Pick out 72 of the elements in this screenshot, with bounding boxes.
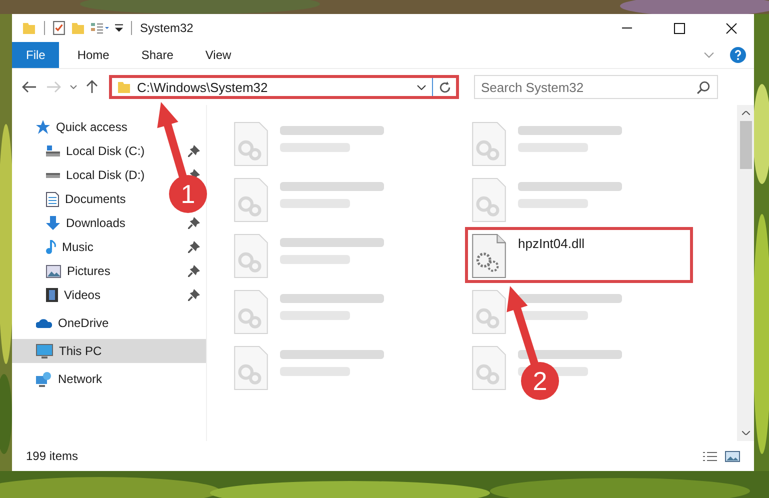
file-icon: [472, 346, 506, 390]
sidebar-item[interactable]: Local Disk (D:): [46, 163, 145, 187]
search-field[interactable]: Search System32: [474, 75, 718, 99]
details-view-icon[interactable]: [703, 452, 717, 460]
window-title: System32: [140, 21, 194, 35]
sidebar-item[interactable]: Music: [46, 235, 94, 259]
file-icon: [234, 122, 268, 166]
ribbon-tab[interactable]: File: [12, 42, 60, 68]
maximize-icon: [674, 22, 684, 34]
file-icon: [234, 234, 268, 278]
search-icon: [697, 81, 710, 94]
properties-icon[interactable]: [91, 22, 109, 34]
minimize-icon: [622, 27, 632, 29]
pin-icon[interactable]: [188, 265, 200, 277]
customize-icon[interactable]: [115, 24, 123, 32]
sidebar-item[interactable]: Videos: [46, 283, 100, 307]
back-icon[interactable]: [22, 81, 37, 93]
sidebar-item[interactable]: Documents: [46, 187, 126, 211]
blurred-text: [518, 143, 588, 152]
scroll-up-icon[interactable]: [742, 111, 750, 115]
sidebar-item[interactable]: Pictures: [46, 259, 110, 283]
monitor-icon: [36, 344, 53, 358]
help-icon[interactable]: [730, 47, 746, 63]
file-item[interactable]: hpzInt04.dll: [465, 227, 693, 283]
sidebar-item[interactable]: Downloads: [46, 211, 126, 235]
close-icon: [726, 22, 736, 34]
refresh-icon[interactable]: [439, 81, 451, 93]
checklist-icon[interactable]: [53, 21, 65, 35]
ribbon-tab[interactable]: View: [191, 42, 246, 68]
address-bar[interactable]: C:\Windows\System32: [109, 75, 459, 99]
picture-icon: [46, 264, 61, 278]
file-icon: [234, 178, 268, 222]
item-count: 199 items: [26, 449, 78, 463]
blurred-text: [280, 311, 350, 320]
scroll-thumb[interactable]: [740, 121, 752, 169]
sidebar-item[interactable]: This PC: [12, 339, 206, 363]
blurred-text: [280, 367, 350, 376]
pin-icon[interactable]: [188, 145, 200, 157]
blurred-text: [518, 199, 588, 208]
gear-file-icon: [472, 234, 506, 278]
ribbon-tab[interactable]: Share: [127, 42, 188, 68]
file-icon: [472, 178, 506, 222]
pin-icon[interactable]: [188, 217, 200, 229]
sidebar-item[interactable]: OneDrive: [12, 311, 206, 335]
up-icon[interactable]: [86, 80, 98, 94]
large-icons-view-icon[interactable]: [725, 450, 740, 462]
folder-icon: [117, 81, 131, 93]
star-icon: [36, 120, 50, 134]
blurred-text: [280, 199, 350, 208]
dropdown-icon[interactable]: [417, 84, 426, 90]
drive-icon: [46, 145, 60, 157]
file-icon: [234, 346, 268, 390]
pin-icon[interactable]: [188, 289, 200, 301]
network-icon: [36, 372, 52, 386]
file-icon: [234, 290, 268, 334]
sidebar-item[interactable]: Network: [12, 367, 206, 391]
document-icon: [46, 192, 59, 206]
file-icon: [472, 122, 506, 166]
file-icon: [472, 290, 506, 334]
film-icon: [46, 288, 58, 302]
sidebar-item[interactable]: Local Disk (C:): [46, 139, 145, 163]
scrollbar[interactable]: [737, 105, 754, 441]
music-icon: [46, 240, 56, 254]
blurred-text: [280, 255, 350, 264]
download-icon: [46, 216, 60, 230]
drive-icon: [46, 172, 60, 178]
chevron-icon[interactable]: [704, 52, 714, 58]
blurred-text: [280, 143, 350, 152]
scroll-down-icon[interactable]: [742, 431, 750, 435]
pin-icon[interactable]: [188, 241, 200, 253]
ribbon-tab[interactable]: Home: [63, 42, 124, 68]
cloud-icon: [36, 318, 52, 328]
